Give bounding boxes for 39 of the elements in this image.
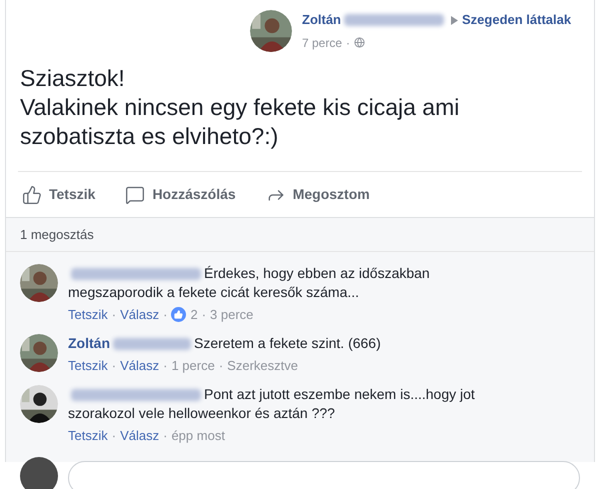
separator-dot: · bbox=[163, 306, 168, 324]
comment-link[interactable]: Tetszik bbox=[68, 305, 108, 324]
like-count[interactable]: 2 bbox=[190, 305, 198, 324]
triangle-icon bbox=[451, 16, 458, 24]
action-button[interactable]: Megosztom bbox=[266, 184, 370, 205]
speech-bubble-icon bbox=[125, 184, 146, 204]
comment-link[interactable]: Válasz bbox=[120, 305, 160, 324]
action-button[interactable]: Tetszik bbox=[22, 184, 96, 205]
avatar-icon bbox=[20, 457, 58, 489]
post-time[interactable]: 7 perce bbox=[302, 34, 342, 52]
separator-dot: · bbox=[202, 306, 206, 324]
globe-icon bbox=[354, 37, 366, 48]
like-icon bbox=[22, 184, 42, 204]
separator-dot: · bbox=[112, 357, 116, 375]
share-count[interactable]: 1 megosztás bbox=[20, 224, 94, 244]
comment-link[interactable]: Tetszik bbox=[68, 356, 108, 375]
comment-time[interactable]: Szerkesztve bbox=[227, 356, 298, 375]
separator-dot: · bbox=[163, 427, 168, 445]
comment-input-field[interactable] bbox=[68, 461, 580, 489]
author-name[interactable]: Zoltán bbox=[302, 10, 341, 30]
comment-time[interactable]: épp most bbox=[171, 426, 225, 445]
comment-text: Érdekes, hogy ebben az időszakban megszaporodik a fekete cicát keresők száma... bbox=[68, 264, 431, 302]
separator-dot: · bbox=[346, 34, 350, 52]
post-text: Sziasztok! bbox=[20, 64, 126, 93]
action-button[interactable]: Hozzászólás bbox=[125, 184, 236, 205]
comment-link[interactable]: Válasz bbox=[120, 426, 160, 445]
comment-time[interactable]: 1 perce bbox=[171, 356, 215, 375]
comment-time[interactable]: 3 perce bbox=[210, 305, 254, 324]
separator-dot: · bbox=[218, 357, 224, 375]
separator-dot: · bbox=[112, 306, 116, 324]
comment-text: Zoltán Szeretem a fekete szint. (666) bbox=[68, 334, 382, 353]
target-link[interactable]: Szegeden láttalak bbox=[462, 10, 572, 30]
like-badge-icon bbox=[171, 307, 186, 322]
separator-dot: · bbox=[163, 357, 168, 375]
post-text: Valakinek nincsen egy fekete kis cicaja ami szobatiszta es elviheto?:) bbox=[20, 93, 460, 151]
comment-link[interactable]: Tetszik bbox=[68, 426, 108, 445]
separator-dot: · bbox=[112, 427, 116, 445]
comment-link[interactable]: Válasz bbox=[120, 356, 160, 375]
comment-text: Pont azt jutott eszembe nekem is....hogy jot szorakozol vele helloweenkor és aztán ??? bbox=[68, 385, 476, 423]
